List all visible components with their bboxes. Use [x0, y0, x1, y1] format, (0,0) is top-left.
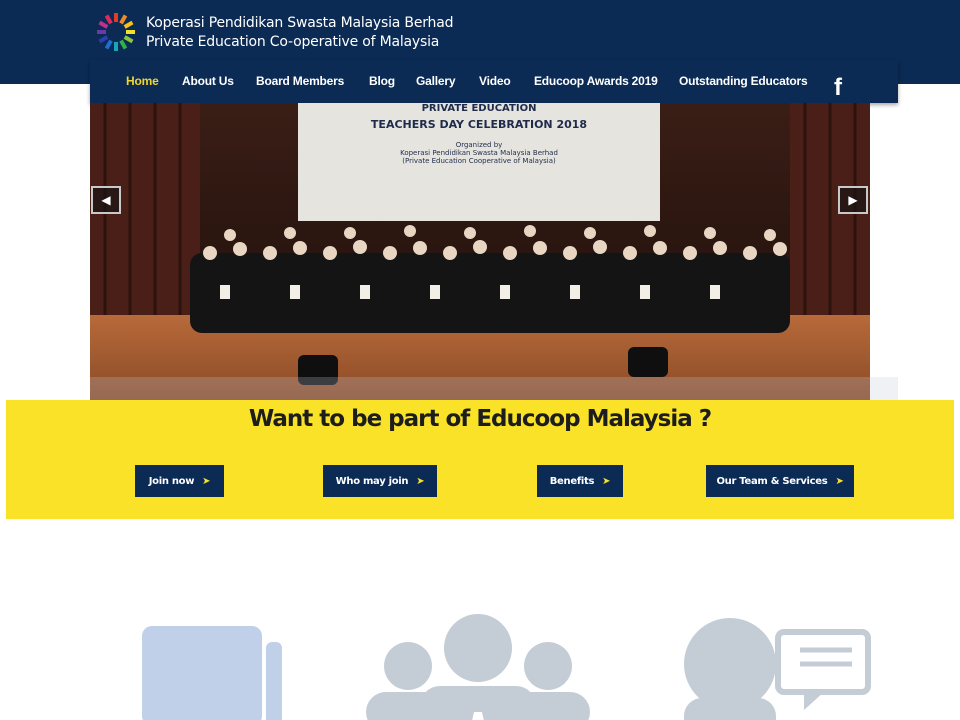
- benefits-label: Benefits: [549, 475, 595, 487]
- banner-organizer: Koperasi Pendidikan Swasta Malaysia Berh…: [400, 149, 558, 157]
- banner-text: PRIVATE EDUCATION TEACHERS DAY CELEBRATI…: [298, 103, 660, 165]
- document-stack-icon: [142, 626, 282, 720]
- who-may-join-button[interactable]: Who may join ➤: [323, 465, 437, 497]
- join-now-label: Join now: [148, 475, 195, 487]
- nav-video[interactable]: Video: [479, 74, 511, 88]
- nav-about-us[interactable]: About Us: [182, 74, 234, 88]
- arrow-icon: ➤: [602, 475, 611, 487]
- arrow-icon: ➤: [835, 475, 844, 487]
- nav-gallery[interactable]: Gallery: [416, 74, 455, 88]
- logo-icon[interactable]: [96, 12, 136, 52]
- banner-heading: PRIVATE EDUCATION: [421, 103, 537, 114]
- chevron-right-icon: ▶: [848, 193, 858, 207]
- our-team-services-label: Our Team & Services: [716, 475, 828, 487]
- slider-prev-button[interactable]: ◀: [91, 186, 121, 214]
- nav-educoop-awards[interactable]: Educoop Awards 2019: [534, 74, 658, 88]
- hero-slider[interactable]: PRIVATE EDUCATION TEACHERS DAY CELEBRATI…: [90, 103, 870, 400]
- group-people-icon: [366, 614, 590, 720]
- chevron-left-icon: ◀: [101, 193, 111, 207]
- person-speech-bubble-icon: [684, 618, 871, 720]
- arrow-icon: ➤: [416, 475, 425, 487]
- our-team-services-button[interactable]: Our Team & Services ➤: [706, 465, 854, 497]
- benefits-button[interactable]: Benefits ➤: [537, 465, 623, 497]
- nav-blog[interactable]: Blog: [369, 74, 395, 88]
- nav-board-members[interactable]: Board Members: [256, 74, 344, 88]
- join-cta-section: Want to be part of Educoop Malaysia ? Jo…: [6, 400, 954, 519]
- facebook-icon[interactable]: f: [834, 76, 842, 100]
- banner-organized-by: Organized by: [455, 141, 503, 149]
- feature-icons: [142, 614, 871, 720]
- banner-organizer-english: (Private Education Cooperative of Malays…: [402, 157, 556, 165]
- slider-next-button[interactable]: ▶: [838, 186, 868, 214]
- brand-text[interactable]: Koperasi Pendidikan Swasta Malaysia Berh…: [146, 14, 453, 52]
- brand-line-english: Private Education Co-operative of Malays…: [146, 34, 440, 50]
- nav-home[interactable]: Home: [126, 74, 159, 88]
- main-nav: Home About Us Board Members Blog Gallery…: [90, 60, 898, 103]
- arrow-icon: ➤: [202, 475, 211, 487]
- nav-outstanding-educators[interactable]: Outstanding Educators: [679, 74, 808, 88]
- banner-event-title: TEACHERS DAY CELEBRATION 2018: [370, 118, 588, 131]
- who-may-join-label: Who may join: [335, 475, 409, 487]
- brand-line-malay: Koperasi Pendidikan Swasta Malaysia Berh…: [146, 15, 454, 31]
- cta-title: Want to be part of Educoop Malaysia ?: [248, 406, 712, 432]
- join-now-button[interactable]: Join now ➤: [135, 465, 224, 497]
